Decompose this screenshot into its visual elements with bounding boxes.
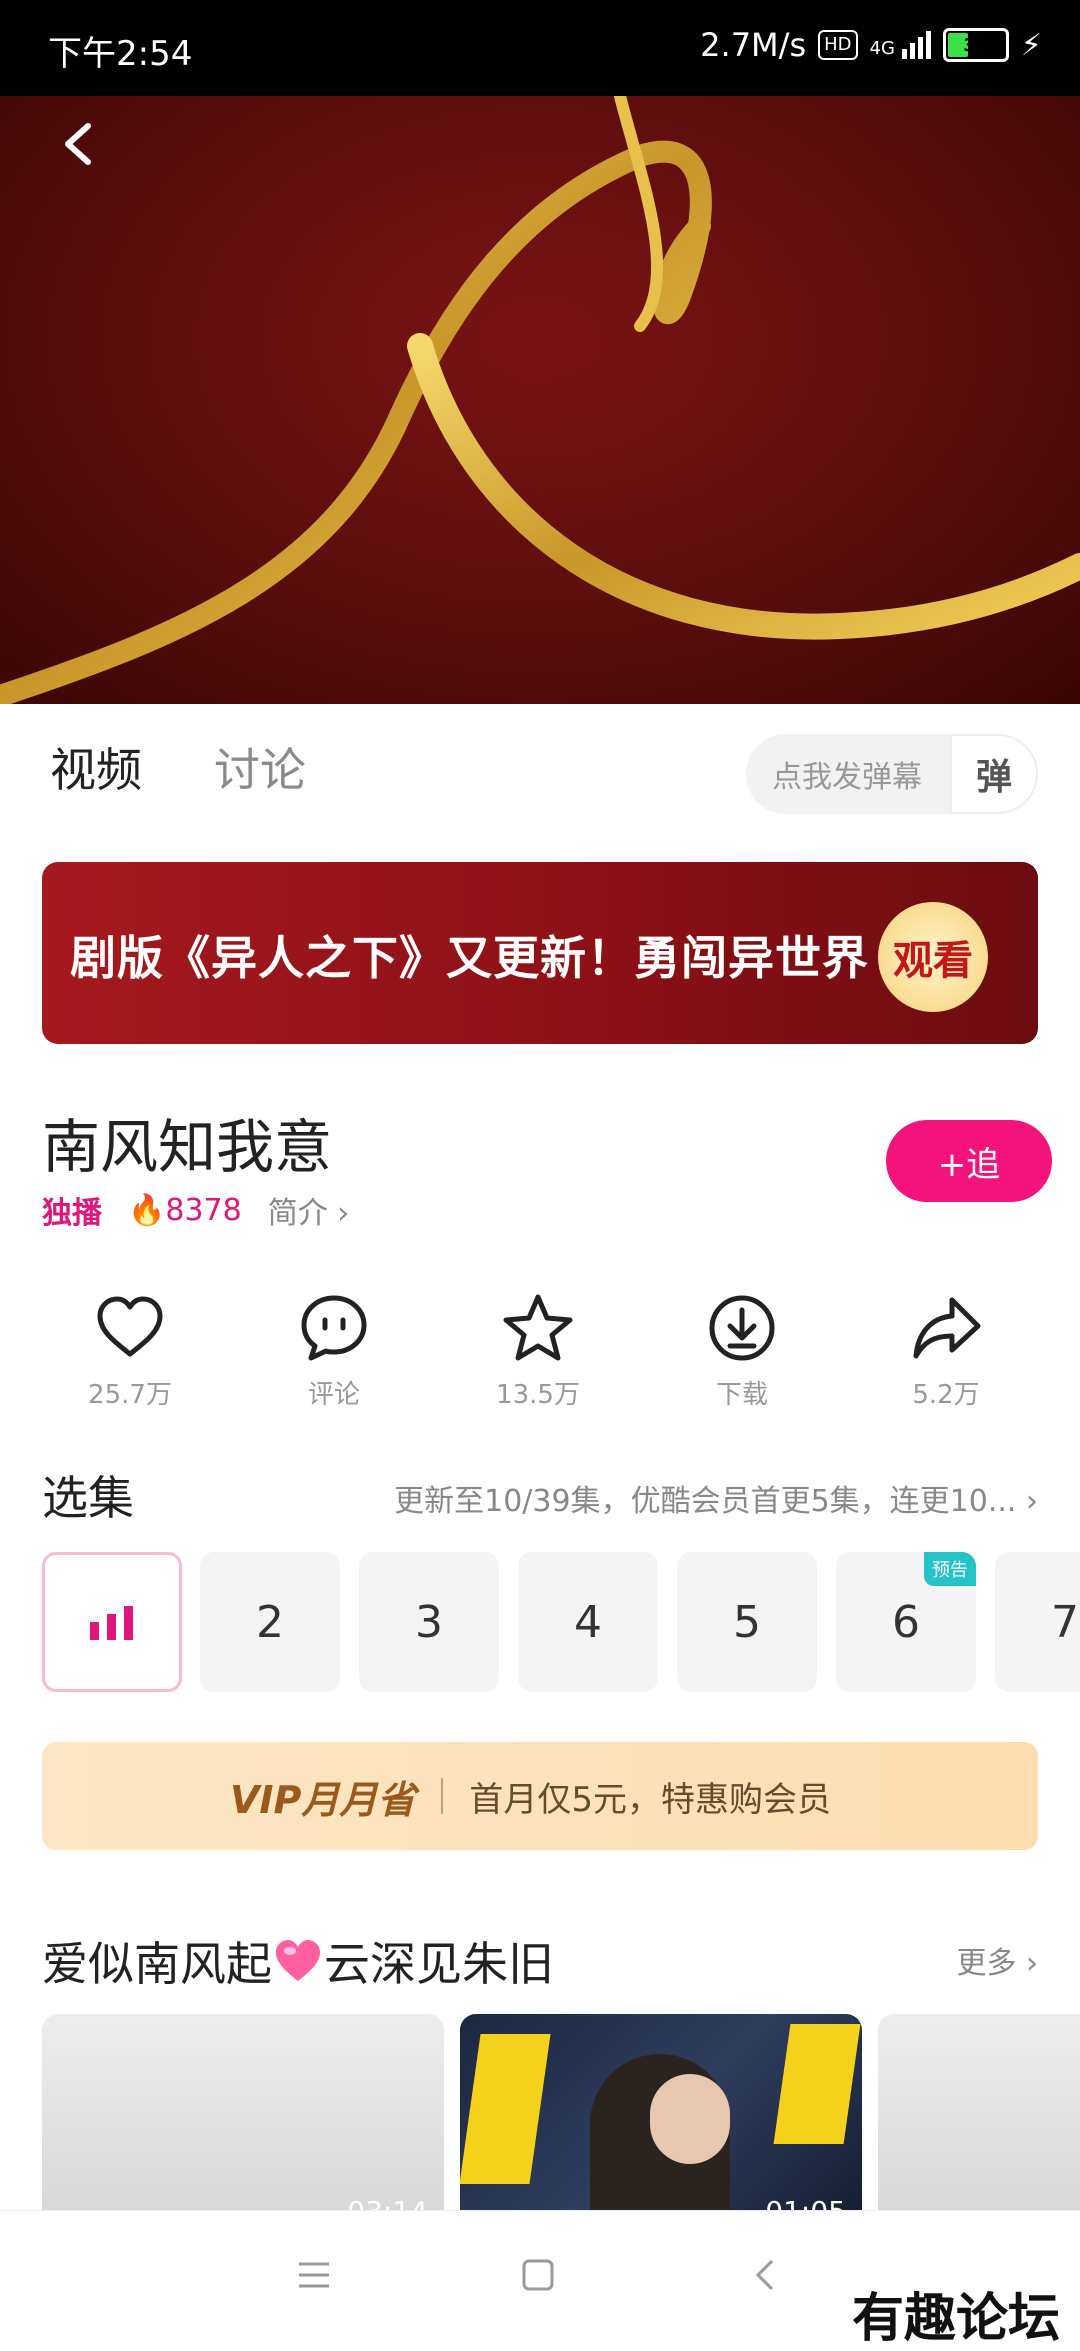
episode-item[interactable]: 4 [518, 1552, 658, 1692]
more-link[interactable]: 更多 › [956, 1938, 1038, 1982]
related-video-card[interactable]: 01:05 [460, 2014, 862, 2214]
charging-icon: ⚡ [1020, 27, 1042, 63]
vip-promo-bar[interactable]: VIP月月省 首月仅5元，特惠购会员 [42, 1742, 1038, 1850]
episode-item[interactable]: 5 [677, 1552, 817, 1692]
network-type: 4G [869, 38, 895, 59]
episode-item[interactable]: 3 [359, 1552, 499, 1692]
share-count: 5.2万 [912, 1380, 980, 1410]
download-action[interactable]: 下载 [662, 1290, 822, 1411]
episode-item[interactable]: 2 [200, 1552, 340, 1692]
exclusive-badge: 独播 [42, 1196, 102, 1231]
chevron-right-icon: › [1026, 1946, 1038, 1981]
flame-icon: 🔥 [128, 1192, 166, 1228]
status-right: 2.7M/s HD 4G 33 ⚡ [700, 26, 1042, 64]
danmu-toggle-button[interactable]: 弹 [950, 734, 1038, 814]
related-video-card[interactable]: 03:14 [42, 2014, 444, 2214]
poster-image [460, 2014, 862, 2214]
episode-item[interactable]: 7 [995, 1552, 1080, 1692]
episodes-info: 更新至10/39集，优酷会员首更5集，连更10... [394, 1484, 1017, 1519]
star-icon [503, 1294, 573, 1361]
vip-logo: VIP月月省 [230, 1777, 416, 1822]
heat-count: 🔥8378 [128, 1193, 242, 1228]
share-action[interactable]: 5.2万 [866, 1290, 1026, 1411]
home-icon[interactable] [520, 2257, 556, 2293]
battery-icon: 33 [942, 28, 1009, 62]
menu-icon[interactable] [296, 2257, 332, 2293]
danmu-placeholder: 点我发弹幕 [772, 760, 922, 795]
battery-level: 33 [963, 34, 989, 56]
download-icon [709, 1295, 775, 1361]
hd-icon: HD [818, 30, 858, 60]
banner-watch-button[interactable]: 观看 [878, 902, 988, 1012]
chevron-right-icon: › [1026, 1484, 1038, 1519]
intro-label: 简介 [267, 1196, 328, 1231]
favorite-count: 13.5万 [496, 1380, 580, 1410]
network-speed: 2.7M/s [700, 26, 807, 64]
chevron-right-icon: › [337, 1196, 350, 1231]
intro-link[interactable]: 简介 › [268, 1188, 350, 1232]
related-title-part1: 爱似南风起 [42, 1937, 272, 1991]
playing-bars-icon [90, 1606, 133, 1640]
tab-discussion[interactable]: 讨论 [214, 734, 306, 800]
video-player[interactable] [0, 96, 1080, 704]
episodes-info-link[interactable]: 更新至10/39集，优酷会员首更5集，连更10... › [394, 1476, 1038, 1520]
show-meta: 独播 🔥8378 简介 › [42, 1188, 349, 1232]
related-title-part2: 云深见朱旧 [324, 1937, 554, 1991]
episode-number: 6 [892, 1596, 920, 1648]
action-bar: 25.7万 评论 13.5万 下载 5.2万 [0, 1290, 1080, 1420]
favorite-action[interactable]: 13.5万 [458, 1290, 618, 1411]
download-label: 下载 [715, 1380, 768, 1410]
preview-tag: 预告 [924, 1552, 976, 1586]
divider [441, 1778, 444, 1814]
episodes-title: 选集 [42, 1471, 134, 1525]
heart-icon [97, 1296, 163, 1357]
like-action[interactable]: 25.7万 [50, 1290, 210, 1411]
comment-label: 评论 [307, 1380, 360, 1410]
episode-item-preview[interactable]: 6 预告 [836, 1552, 976, 1692]
show-title: 南风知我意 [42, 1113, 333, 1181]
share-icon [913, 1297, 981, 1359]
tab-video[interactable]: 视频 [50, 734, 142, 800]
more-label: 更多 [956, 1946, 1017, 1981]
episode-list: 2 3 4 5 6 预告 7 [42, 1552, 1080, 1692]
back-icon[interactable] [748, 2257, 784, 2293]
tab-bar: 视频 讨论 点我发弹幕 弹 [0, 704, 1080, 824]
banner-text: 剧版《异人之下》又更新！勇闯异世界 [70, 931, 869, 985]
vip-description: 首月仅5元，特惠购会员 [469, 1779, 832, 1820]
comment-action[interactable]: 评论 [254, 1290, 414, 1411]
related-video-card[interactable] [878, 2014, 1080, 2214]
like-count: 25.7万 [88, 1380, 172, 1410]
danmu-input[interactable]: 点我发弹幕 弹 [746, 734, 1038, 814]
comment-icon [301, 1295, 367, 1361]
follow-button[interactable]: +追 [886, 1120, 1052, 1202]
status-time: 下午2:54 [48, 34, 193, 74]
status-bar: 下午2:54 2.7M/s HD 4G 33 ⚡ [0, 0, 1080, 96]
related-video-list: 03:14 01:05 [42, 2014, 1080, 2214]
episode-1-playing[interactable] [42, 1552, 182, 1692]
signal-icon: 4G [870, 31, 931, 59]
heat-value: 8378 [165, 1192, 242, 1228]
promo-banner[interactable]: 剧版《异人之下》又更新！勇闯异世界 观看 [42, 862, 1038, 1044]
pink-heart-icon [276, 1940, 320, 1981]
related-title: 爱似南风起 云深见朱旧 [42, 1928, 554, 1994]
video-frame-ribbon [0, 96, 1080, 704]
back-arrow-icon[interactable] [50, 114, 110, 174]
